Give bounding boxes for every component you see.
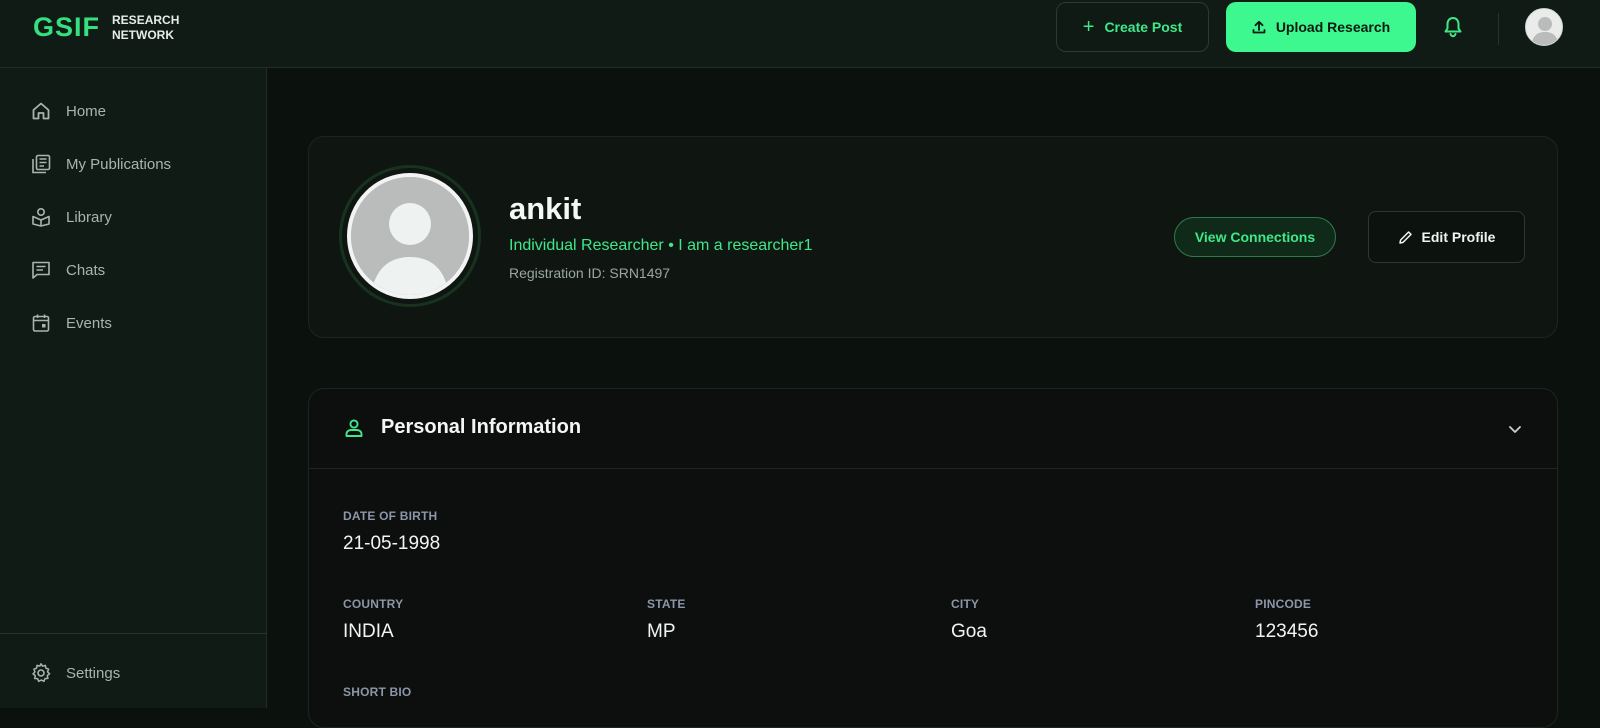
notification-bell-icon[interactable] <box>1440 14 1466 40</box>
chevron-down-icon[interactable] <box>1505 419 1525 439</box>
sidebar-item-label: Settings <box>66 664 121 682</box>
pincode-label: PINCODE <box>1255 597 1312 611</box>
city-value: Goa <box>951 621 987 642</box>
view-connections-button[interactable]: View Connections <box>1174 217 1336 257</box>
upload-research-button[interactable]: Upload Research <box>1226 2 1416 52</box>
upload-research-label: Upload Research <box>1275 19 1391 35</box>
profile-avatar <box>339 165 481 307</box>
pincode-value: 123456 <box>1255 621 1319 642</box>
topbar-divider <box>1498 13 1499 45</box>
city-label: CITY <box>951 597 980 611</box>
short-bio-label: SHORT BIO <box>343 685 412 699</box>
sidebar-item-library[interactable]: Library <box>30 203 112 231</box>
sidebar-item-events[interactable]: Events <box>30 309 112 337</box>
sidebar-item-label: My Publications <box>66 155 172 173</box>
sidebar-item-label: Library <box>66 208 112 226</box>
sidebar-item-chats[interactable]: Chats <box>30 256 105 284</box>
sidebar-item-label: Events <box>66 314 112 332</box>
profile-avatar-image <box>347 173 473 299</box>
sidebar-item-settings[interactable]: Settings <box>30 659 120 687</box>
edit-profile-label: Edit Profile <box>1421 229 1496 245</box>
profile-role: Individual Researcher • I am a researche… <box>509 237 813 254</box>
edit-profile-button[interactable]: Edit Profile <box>1368 211 1525 263</box>
dob-label: DATE OF BIRTH <box>343 509 438 523</box>
user-avatar-icon <box>1526 9 1562 45</box>
user-icon <box>345 419 363 437</box>
profile-name: ankit <box>509 191 582 226</box>
sidebar-item-label: Chats <box>66 261 106 279</box>
sidebar-divider <box>0 633 267 634</box>
personal-info-header[interactable]: Personal Information <box>309 389 1557 469</box>
home-icon <box>30 100 52 122</box>
personal-info-title: Personal Information <box>381 416 582 438</box>
sidebar: Home My Publications Library Chats Event… <box>0 68 267 708</box>
state-label: STATE <box>647 597 686 611</box>
registration-id: Registration ID: SRN1497 <box>509 265 671 281</box>
user-avatar-button[interactable] <box>1525 8 1563 46</box>
logo-mark: GSIF <box>33 12 101 42</box>
logo-line-2: NETWORK <box>112 27 175 42</box>
user-placeholder-icon <box>351 177 469 295</box>
gear-icon <box>30 662 52 684</box>
state-value: MP <box>647 621 676 642</box>
dob-value: 21-05-1998 <box>343 533 441 554</box>
sidebar-item-home[interactable]: Home <box>30 97 106 125</box>
calendar-icon <box>30 312 52 334</box>
plus-icon: + <box>1082 15 1095 38</box>
logo[interactable]: GSIF RESEARCH NETWORK <box>33 12 179 43</box>
sidebar-item-my-publications[interactable]: My Publications <box>30 150 171 178</box>
chat-icon <box>30 259 52 281</box>
create-post-label: Create Post <box>1104 19 1183 35</box>
logo-text: RESEARCH NETWORK <box>112 13 179 43</box>
profile-card: ankit Individual Researcher • I am a res… <box>308 136 1558 338</box>
publications-icon <box>30 153 52 175</box>
create-post-button[interactable]: + Create Post <box>1056 2 1209 52</box>
library-icon <box>30 206 52 228</box>
top-bar: GSIF RESEARCH NETWORK + Create Post Uplo… <box>0 0 1600 68</box>
personal-info-card: Personal Information DATE OF BIRTH 21-05… <box>308 388 1558 728</box>
pencil-icon <box>1398 230 1412 244</box>
upload-icon <box>1252 20 1266 34</box>
country-label: COUNTRY <box>343 597 404 611</box>
sidebar-item-label: Home <box>66 102 107 120</box>
country-value: INDIA <box>343 621 394 642</box>
logo-line-1: RESEARCH <box>112 12 180 27</box>
